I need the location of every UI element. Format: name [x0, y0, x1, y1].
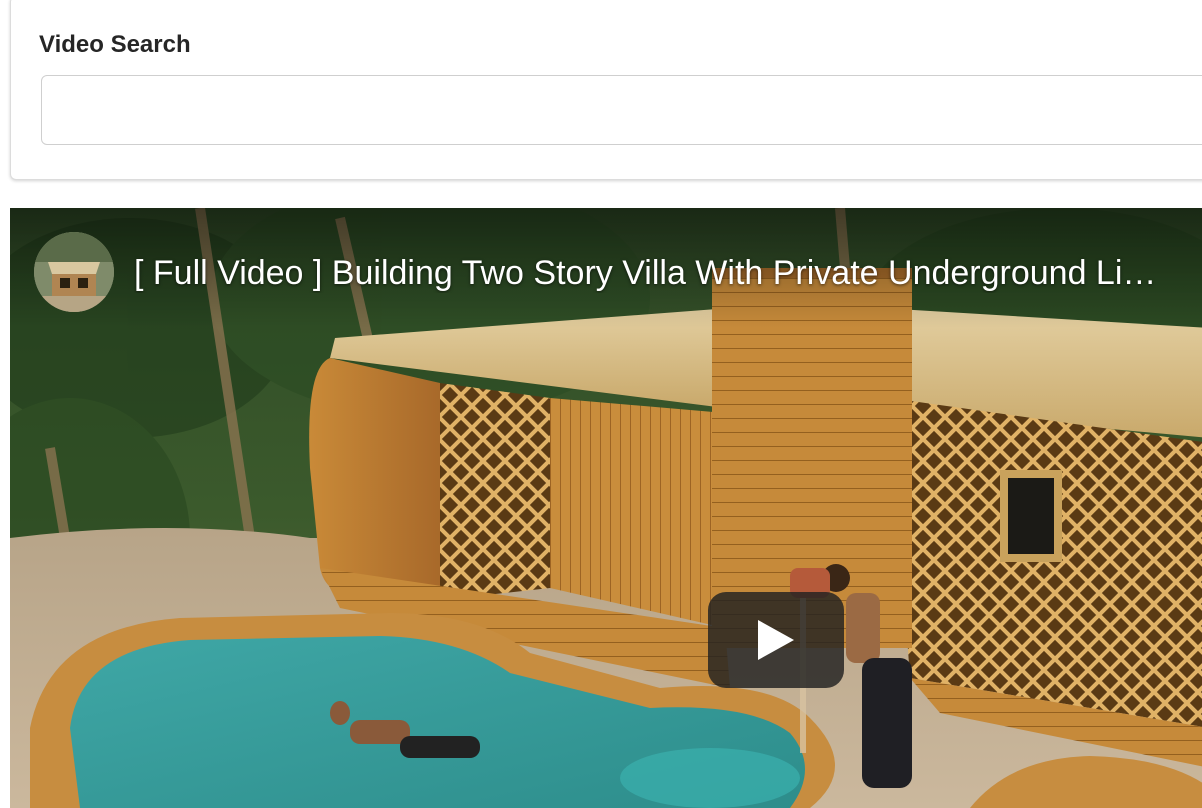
- play-button[interactable]: [708, 592, 844, 688]
- channel-avatar-image: [34, 232, 114, 312]
- play-icon: [758, 620, 794, 660]
- video-player[interactable]: [ Full Video ] Building Two Story Villa …: [10, 208, 1202, 808]
- video-search-card: Video Search: [10, 0, 1202, 180]
- video-search-label: Video Search: [39, 31, 191, 58]
- channel-avatar[interactable]: [34, 232, 114, 312]
- video-search-input[interactable]: [41, 75, 1202, 145]
- video-title[interactable]: [ Full Video ] Building Two Story Villa …: [134, 254, 1194, 293]
